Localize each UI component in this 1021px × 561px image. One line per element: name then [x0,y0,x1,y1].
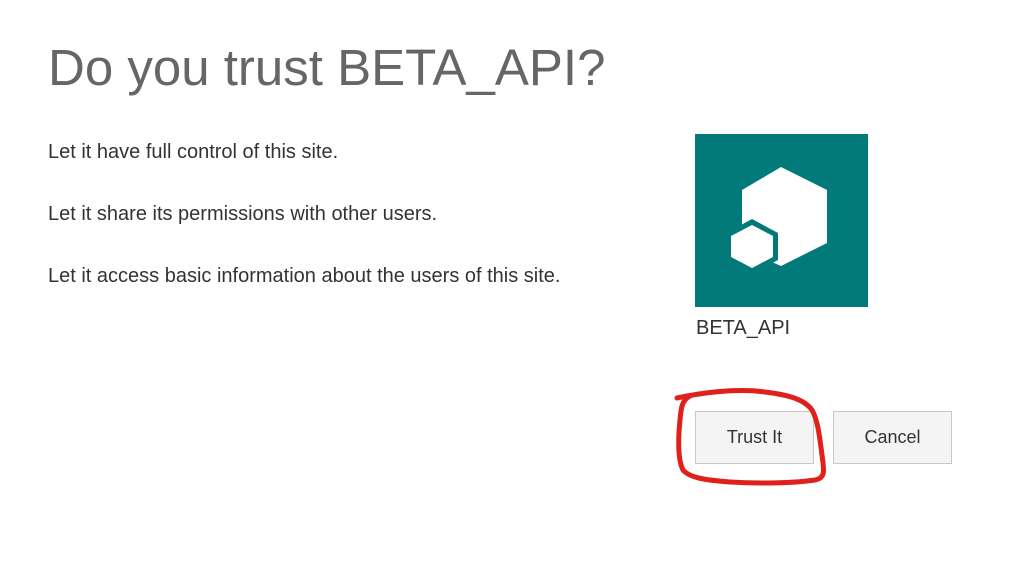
app-tile [695,134,868,307]
permission-full-control: Let it have full control of this site. [48,141,339,163]
permission-user-info: Let it access basic information about th… [48,265,561,287]
app-name: BETA_API [696,317,791,339]
trust-dialog: Do you trust BETA_API? Let it have full … [0,0,1021,561]
permissions-list: Let it have full control of this site. L… [48,138,560,324]
page-title: Do you trust BETA_API? [48,39,606,96]
cancel-button[interactable]: Cancel [833,411,952,464]
trust-it-button[interactable]: Trust It [695,411,814,464]
permission-share: Let it share its permissions with other … [48,203,438,225]
hexagon-app-icon [726,167,827,274]
